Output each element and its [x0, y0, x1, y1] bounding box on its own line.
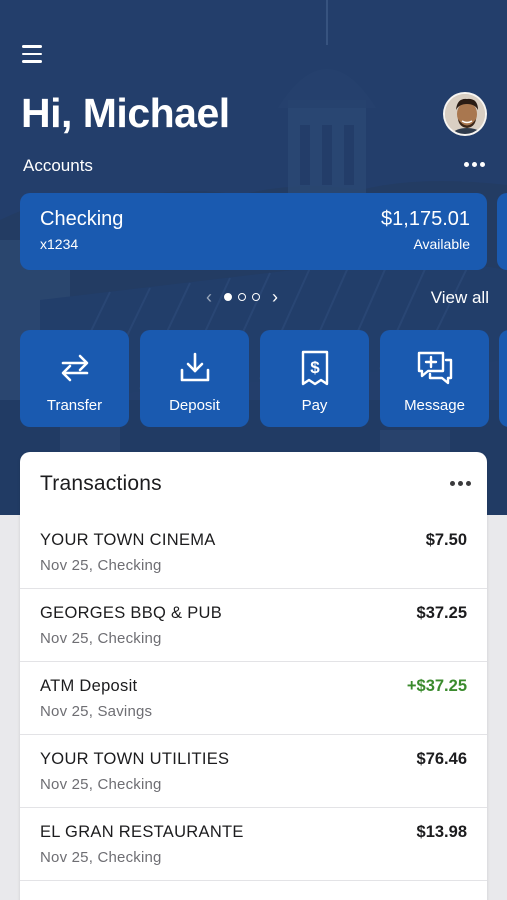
transfer-arrows-icon	[58, 349, 92, 387]
account-pager: ‹ ›	[200, 287, 284, 307]
pager-dot[interactable]	[238, 293, 246, 301]
pay-button[interactable]: $ Pay	[260, 330, 369, 427]
transaction-meta: Nov 25, Checking	[40, 849, 162, 866]
deposit-button[interactable]: Deposit	[140, 330, 249, 427]
chevron-right-icon[interactable]: ›	[266, 287, 284, 308]
transaction-name: YOUR TOWN CINEMA	[40, 531, 216, 549]
next-account-card-peek[interactable]	[497, 193, 507, 270]
account-balance: $1,175.01	[381, 208, 470, 230]
transaction-amount: $7.50	[425, 531, 467, 549]
message-label: Message	[404, 397, 465, 414]
transactions-list: YOUR TOWN CINEMA Nov 25, Checking $7.50 …	[20, 516, 487, 881]
transactions-title: Transactions	[40, 472, 162, 495]
transaction-row[interactable]: EL GRAN RESTAURANTE Nov 25, Checking $13…	[20, 808, 487, 881]
transaction-row[interactable]: YOUR TOWN CINEMA Nov 25, Checking $7.50	[20, 516, 487, 589]
receipt-dollar-icon: $	[300, 349, 330, 387]
transaction-meta: Nov 25, Savings	[40, 703, 153, 720]
hamburger-menu-icon[interactable]	[22, 42, 48, 66]
more-horizontal-icon[interactable]	[464, 162, 485, 167]
next-action-peek[interactable]	[499, 330, 507, 427]
pager-dot[interactable]	[252, 293, 260, 301]
view-all-link[interactable]: View all	[431, 288, 489, 308]
transactions-card: Transactions YOUR TOWN CINEMA Nov 25, Ch…	[20, 452, 487, 900]
accounts-label: Accounts	[23, 156, 93, 175]
pager-dot-active[interactable]	[224, 293, 232, 301]
transaction-meta: Nov 25, Checking	[40, 630, 162, 647]
chevron-left-icon[interactable]: ‹	[200, 287, 218, 308]
account-number: x1234	[40, 236, 79, 252]
transaction-amount: +$37.25	[406, 677, 467, 695]
transaction-name: EL GRAN RESTAURANTE	[40, 823, 244, 841]
chat-plus-icon	[416, 349, 454, 387]
transactions-more-icon[interactable]	[450, 481, 471, 486]
account-card-checking[interactable]: Checking x1234 $1,175.01 Available	[20, 193, 487, 270]
transaction-name: GEORGES BBQ & PUB	[40, 604, 223, 622]
transaction-meta: Nov 25, Checking	[40, 557, 162, 574]
greeting-title: Hi, Michael	[21, 90, 230, 136]
pay-label: Pay	[301, 397, 328, 414]
transaction-amount: $13.98	[416, 823, 467, 841]
transaction-amount: $76.46	[416, 750, 467, 768]
account-name: Checking	[40, 208, 124, 230]
transaction-row[interactable]: YOUR TOWN UTILITIES Nov 25, Checking $76…	[20, 735, 487, 808]
transaction-row[interactable]: ATM Deposit Nov 25, Savings +$37.25	[20, 662, 487, 735]
account-balance-label: Available	[413, 236, 470, 252]
transaction-meta: Nov 25, Checking	[40, 776, 162, 793]
message-button[interactable]: Message	[380, 330, 489, 427]
transaction-name: YOUR TOWN UTILITIES	[40, 750, 230, 768]
svg-text:$: $	[310, 358, 320, 377]
user-avatar[interactable]	[443, 92, 487, 136]
transaction-name: ATM Deposit	[40, 677, 138, 695]
quick-actions: Transfer Deposit $ Pay Message	[20, 330, 489, 427]
transfer-label: Transfer	[46, 397, 103, 414]
transaction-row[interactable]: GEORGES BBQ & PUB Nov 25, Checking $37.2…	[20, 589, 487, 662]
deposit-label: Deposit	[169, 397, 220, 414]
transfer-button[interactable]: Transfer	[20, 330, 129, 427]
download-tray-icon	[177, 349, 213, 387]
transaction-amount: $37.25	[416, 604, 467, 622]
